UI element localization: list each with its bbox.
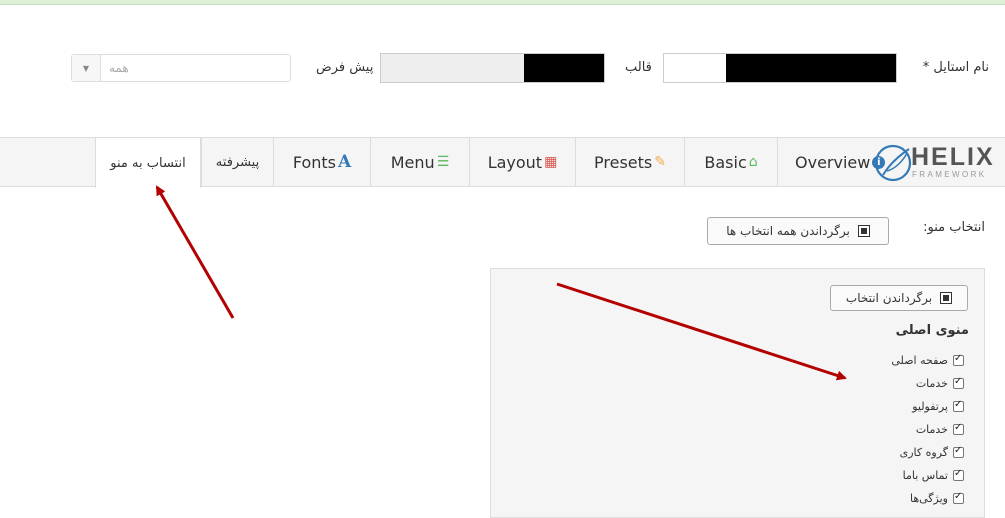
annotation-arrows bbox=[155, 185, 847, 381]
annotation-arrow-items bbox=[556, 282, 847, 381]
annotation-arrow-tab bbox=[155, 185, 235, 319]
